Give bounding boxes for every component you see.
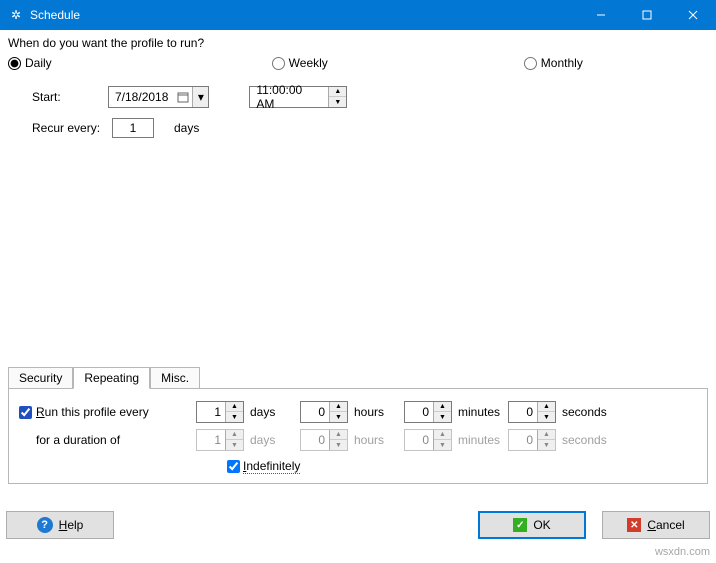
tab-repeating[interactable]: Repeating [73, 367, 150, 389]
unit-minutes-disabled: minutes [452, 433, 508, 447]
spin-up-icon[interactable]: ▲ [330, 402, 347, 412]
title-bar: ✲ Schedule [0, 0, 716, 30]
radio-daily-label[interactable]: Daily [25, 56, 52, 70]
spin-down-icon: ▼ [434, 440, 451, 450]
spin-down-icon: ▼ [538, 440, 555, 450]
every-seconds-field[interactable]: 0 ▲▼ [508, 401, 556, 423]
radio-monthly-label[interactable]: Monthly [541, 56, 583, 70]
close-button[interactable] [670, 0, 716, 30]
unit-hours-disabled: hours [348, 433, 404, 447]
schedule-question: When do you want the profile to run? [8, 36, 708, 50]
unit-days-disabled: days [244, 433, 300, 447]
duration-minutes-field: 0 ▲▼ [404, 429, 452, 451]
ok-button[interactable]: ✓ OK [478, 511, 586, 539]
maximize-button[interactable] [624, 0, 670, 30]
indefinitely-label[interactable]: Indefinitely [243, 459, 300, 474]
tab-security[interactable]: Security [8, 367, 73, 389]
spin-down-icon[interactable]: ▼ [434, 412, 451, 422]
duration-label: for a duration of [36, 433, 196, 447]
ok-label: OK [533, 518, 550, 532]
run-profile-label: Run this profile every [36, 405, 196, 419]
every-days-field[interactable]: 1 ▲▼ [196, 401, 244, 423]
cancel-x-icon: ✕ [627, 518, 641, 532]
radio-weekly[interactable] [272, 57, 285, 70]
radio-daily[interactable] [8, 57, 21, 70]
time-spin-up[interactable]: ▲ [329, 87, 346, 97]
unit-seconds-disabled: seconds [556, 433, 612, 447]
spin-down-icon[interactable]: ▼ [538, 412, 555, 422]
spin-up-icon: ▲ [330, 430, 347, 440]
tab-misc[interactable]: Misc. [150, 367, 200, 389]
watermark: wsxdn.com [655, 546, 710, 558]
cancel-button[interactable]: ✕ Cancel [602, 511, 710, 539]
radio-monthly[interactable] [524, 57, 537, 70]
duration-seconds-field: 0 ▲▼ [508, 429, 556, 451]
spin-up-icon: ▲ [226, 430, 243, 440]
duration-hours-field: 0 ▲▼ [300, 429, 348, 451]
spin-down-icon[interactable]: ▼ [330, 412, 347, 422]
spin-down-icon: ▼ [226, 440, 243, 450]
run-profile-checkbox[interactable] [19, 406, 32, 419]
start-label: Start: [32, 90, 102, 104]
window-title: Schedule [30, 8, 578, 22]
spin-down-icon[interactable]: ▼ [226, 412, 243, 422]
spin-up-icon: ▲ [538, 430, 555, 440]
spin-up-icon: ▲ [434, 430, 451, 440]
time-spinner[interactable]: ▲ ▼ [328, 87, 346, 107]
spin-down-icon: ▼ [330, 440, 347, 450]
calendar-icon [176, 90, 190, 104]
app-icon: ✲ [8, 7, 24, 23]
duration-days-field: 1 ▲▼ [196, 429, 244, 451]
spin-up-icon[interactable]: ▲ [434, 402, 451, 412]
help-button[interactable]: ? Help [6, 511, 114, 539]
every-minutes-field[interactable]: 0 ▲▼ [404, 401, 452, 423]
unit-hours: hours [348, 405, 404, 419]
time-spin-down[interactable]: ▼ [329, 97, 346, 107]
repeating-panel: Run this profile every 1 ▲▼ days 0 ▲▼ ho… [8, 388, 708, 484]
unit-minutes: minutes [452, 405, 508, 419]
spin-up-icon[interactable]: ▲ [226, 402, 243, 412]
recur-unit-label: days [174, 121, 199, 135]
start-date-picker[interactable]: 7/18/2018 ▾ [108, 86, 209, 108]
spin-up-icon[interactable]: ▲ [538, 402, 555, 412]
indefinitely-checkbox[interactable] [227, 460, 240, 473]
unit-days: days [244, 405, 300, 419]
recur-every-input[interactable] [112, 118, 154, 138]
start-date-value: 7/18/2018 [109, 90, 174, 104]
radio-weekly-label[interactable]: Weekly [289, 56, 328, 70]
unit-seconds: seconds [556, 405, 612, 419]
minimize-button[interactable] [578, 0, 624, 30]
start-time-value: 11:00:00 AM [250, 83, 328, 111]
tab-strip: Security Repeating Misc. [8, 366, 708, 388]
every-hours-field[interactable]: 0 ▲▼ [300, 401, 348, 423]
period-radio-group: Daily Weekly Monthly [8, 56, 708, 70]
date-dropdown-button[interactable]: ▾ [192, 87, 208, 107]
start-time-field[interactable]: 11:00:00 AM ▲ ▼ [249, 86, 347, 108]
recur-label: Recur every: [32, 121, 112, 135]
check-icon: ✓ [513, 518, 527, 532]
help-icon: ? [37, 517, 53, 533]
